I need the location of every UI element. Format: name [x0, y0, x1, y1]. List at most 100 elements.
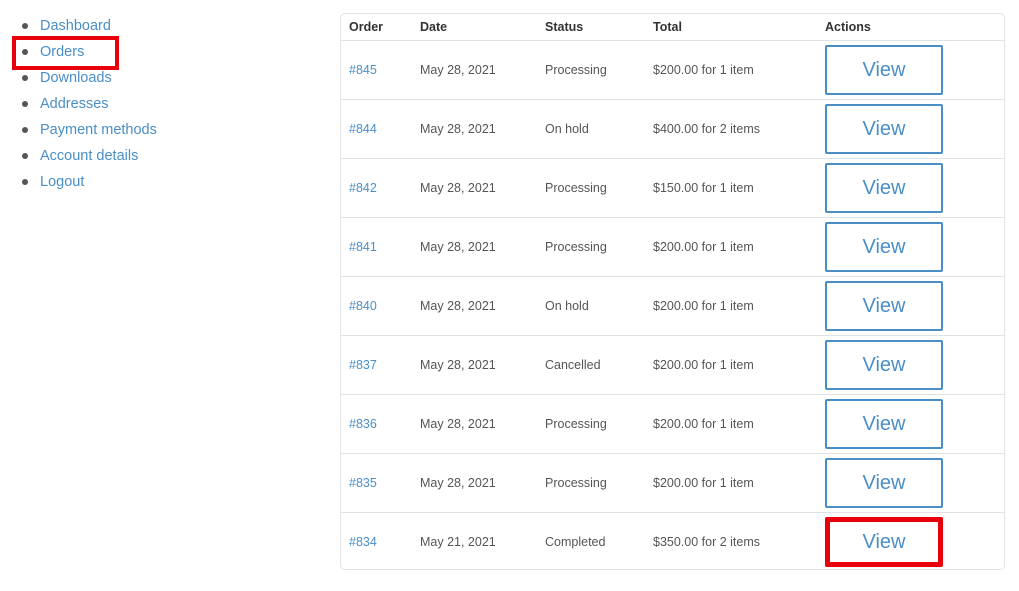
view-order-button[interactable]: View — [825, 517, 943, 567]
view-order-button[interactable]: View — [825, 163, 943, 213]
header-order: Order — [341, 14, 412, 41]
account-navigation: Dashboard Orders Downloads Addresses Pay… — [0, 13, 300, 195]
order-number-cell: #844 — [341, 99, 412, 159]
bullet-icon — [22, 153, 28, 159]
view-order-button[interactable]: View — [825, 458, 943, 508]
table-row: #845 May 28, 2021 Processing $200.00 for… — [341, 40, 1004, 100]
order-number-cell: #841 — [341, 217, 412, 277]
table-row: #836 May 28, 2021 Processing $200.00 for… — [341, 394, 1004, 454]
bullet-icon — [22, 179, 28, 185]
view-order-button[interactable]: View — [825, 45, 943, 95]
order-actions: View — [817, 217, 1004, 277]
order-total: $200.00 for 1 item — [645, 217, 817, 277]
order-number-cell: #840 — [341, 276, 412, 336]
orders-table-container: Order Date Status Total Actions #845 May… — [340, 13, 1005, 570]
my-account-page: Dashboard Orders Downloads Addresses Pay… — [0, 0, 1019, 591]
header-date: Date — [412, 14, 537, 41]
nav-item-dashboard: Dashboard — [0, 13, 300, 39]
header-actions: Actions — [817, 14, 1004, 41]
order-total: $200.00 for 1 item — [645, 276, 817, 336]
order-actions: View — [817, 276, 1004, 336]
order-status: Processing — [537, 40, 645, 100]
bullet-icon — [22, 101, 28, 107]
orders-table-header: Order Date Status Total Actions — [341, 14, 1004, 41]
order-actions: View — [817, 158, 1004, 218]
account-nav-list: Dashboard Orders Downloads Addresses Pay… — [0, 13, 300, 195]
order-number-link[interactable]: #837 — [349, 358, 377, 372]
order-status: Cancelled — [537, 335, 645, 395]
order-total: $200.00 for 1 item — [645, 40, 817, 100]
order-date: May 28, 2021 — [412, 40, 537, 100]
order-status: On hold — [537, 276, 645, 336]
order-number-link[interactable]: #845 — [349, 63, 377, 77]
order-total: $350.00 for 2 items — [653, 535, 761, 549]
order-number-cell: #836 — [341, 394, 412, 454]
table-row: #835 May 28, 2021 Processing $200.00 for… — [341, 453, 1004, 513]
order-number-link[interactable]: #841 — [349, 240, 377, 254]
header-status: Status — [537, 14, 645, 41]
table-row: #842 May 28, 2021 Processing $150.00 for… — [341, 158, 1004, 218]
order-actions: View — [817, 394, 1004, 454]
view-order-button[interactable]: View — [825, 222, 943, 272]
order-status: Processing — [537, 217, 645, 277]
header-row: Order Date Status Total Actions — [341, 14, 1004, 41]
order-number-cell: #835 — [341, 453, 412, 513]
view-order-button[interactable]: View — [825, 104, 943, 154]
nav-link-account-details[interactable]: Account details — [40, 148, 138, 164]
order-number-cell: #834 — [341, 513, 412, 570]
order-status: Processing — [537, 394, 645, 454]
order-number-link[interactable]: #840 — [349, 299, 377, 313]
order-actions: View — [817, 40, 1004, 100]
order-number-link[interactable]: #842 — [349, 181, 377, 195]
table-row: #834 May 21, 2021 Completed $350.00 for … — [341, 513, 1004, 570]
order-date: May 28, 2021 — [412, 99, 537, 159]
order-actions: View — [817, 453, 1004, 513]
order-status: Processing — [537, 453, 645, 513]
order-number-link[interactable]: #844 — [349, 122, 377, 136]
nav-item-addresses: Addresses — [0, 91, 300, 117]
bullet-icon — [22, 75, 28, 81]
nav-link-downloads[interactable]: Downloads — [40, 70, 112, 86]
order-date: May 28, 2021 — [412, 158, 537, 218]
order-date: May 28, 2021 — [412, 335, 537, 395]
bullet-icon — [22, 23, 28, 29]
table-row: #841 May 28, 2021 Processing $200.00 for… — [341, 217, 1004, 277]
order-date: May 21, 2021 — [420, 535, 496, 549]
nav-link-dashboard[interactable]: Dashboard — [40, 18, 111, 34]
order-actions: View — [817, 335, 1004, 395]
order-number-cell: #845 — [341, 40, 412, 100]
bullet-icon — [22, 49, 28, 55]
order-number-link[interactable]: #835 — [349, 476, 377, 490]
order-total: $200.00 for 1 item — [645, 335, 817, 395]
header-total: Total — [645, 14, 817, 41]
nav-link-logout[interactable]: Logout — [40, 174, 84, 190]
nav-link-addresses[interactable]: Addresses — [40, 96, 109, 112]
order-date: May 28, 2021 — [412, 217, 537, 277]
table-row: #840 May 28, 2021 On hold $200.00 for 1 … — [341, 276, 1004, 336]
order-total: $200.00 for 1 item — [645, 453, 817, 513]
order-status: On hold — [537, 99, 645, 159]
order-number-link[interactable]: #834 — [349, 535, 377, 549]
order-status: Completed — [545, 535, 606, 549]
order-actions: View — [817, 99, 1004, 159]
table-row: #837 May 28, 2021 Cancelled $200.00 for … — [341, 335, 1004, 395]
view-order-button[interactable]: View — [825, 340, 943, 390]
orders-table: Order Date Status Total Actions #845 May… — [341, 14, 1004, 570]
table-row: #844 May 28, 2021 On hold $400.00 for 2 … — [341, 99, 1004, 159]
bullet-icon — [22, 127, 28, 133]
order-number-link[interactable]: #836 — [349, 417, 377, 431]
nav-item-downloads: Downloads — [0, 65, 300, 91]
order-total: $200.00 for 1 item — [645, 394, 817, 454]
order-total: $400.00 for 2 items — [645, 99, 817, 159]
order-date: May 28, 2021 — [412, 453, 537, 513]
view-order-button[interactable]: View — [825, 281, 943, 331]
order-date: May 28, 2021 — [412, 276, 537, 336]
order-number-cell: #837 — [341, 335, 412, 395]
nav-item-payment-methods: Payment methods — [0, 117, 300, 143]
order-actions: View — [817, 513, 1004, 570]
order-status: Processing — [537, 158, 645, 218]
nav-link-payment-methods[interactable]: Payment methods — [40, 122, 157, 138]
order-number-cell: #842 — [341, 158, 412, 218]
view-order-button[interactable]: View — [825, 399, 943, 449]
nav-link-orders[interactable]: Orders — [40, 44, 84, 60]
